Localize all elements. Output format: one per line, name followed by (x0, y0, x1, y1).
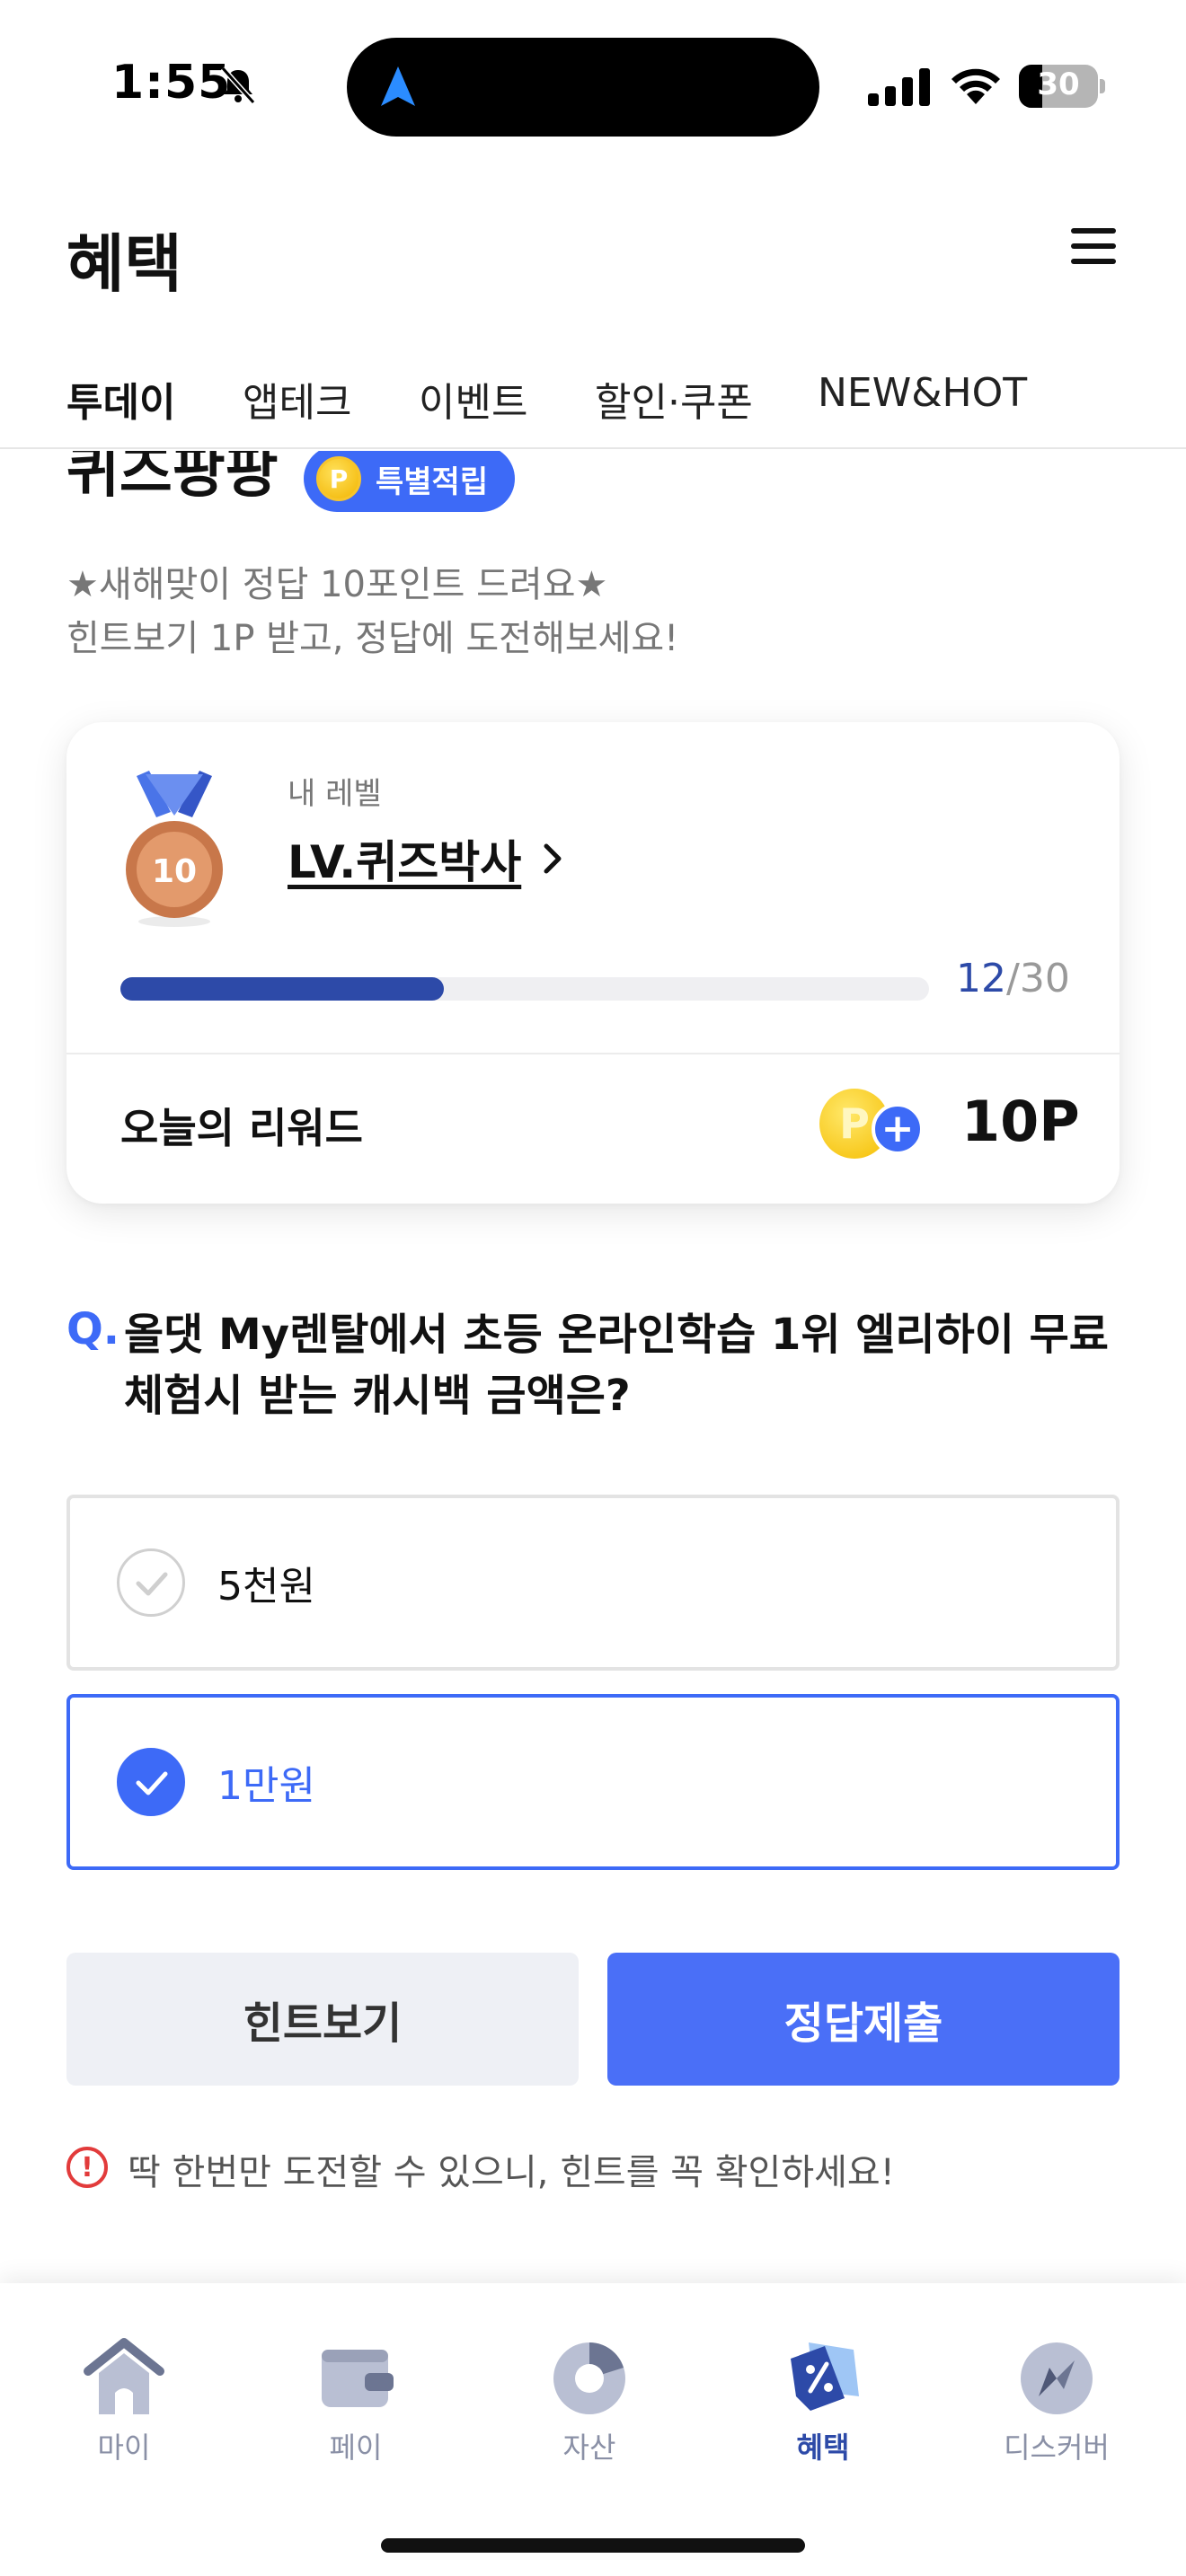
level-caption: 내 레벨 (288, 776, 382, 812)
nav-label: 페이 (329, 2430, 383, 2465)
pie-chart-icon (553, 2342, 625, 2414)
today-reward-value: 10P (961, 1089, 1080, 1154)
level-progress-bar (120, 977, 929, 1001)
bell-off-icon (220, 66, 256, 105)
point-coin-icon: P (316, 456, 361, 501)
special-reward-badge: P 특별적립 (304, 451, 516, 512)
question-prefix: Q. (66, 1304, 120, 1354)
level-progress-text: 12/30 (956, 956, 1070, 1001)
bronze-medal-icon: 10 (126, 771, 223, 927)
option-check-icon[interactable] (117, 1748, 185, 1816)
home-indicator (381, 2538, 805, 2553)
battery-indicator: 30 (1019, 65, 1105, 108)
tab-discount-coupon[interactable]: 할인·쿠폰 (595, 370, 753, 428)
wallet-icon (322, 2350, 394, 2407)
page-title: 혜택 (66, 227, 182, 301)
bottom-navigation: 마이 페이 자산 혜택 디스커버 (0, 2283, 1186, 2576)
badge-label: 특별적립 (376, 463, 489, 500)
hamburger-menu-icon[interactable] (1069, 223, 1120, 273)
nav-label: 자산 (562, 2430, 616, 2465)
battery-level: 30 (1037, 66, 1080, 102)
warning-text: 딱 한번만 도전할 수 있으니, 힌트를 꼭 확인하세요! (128, 2152, 895, 2193)
chevron-right-icon (544, 843, 562, 874)
tab-apptech[interactable]: 앱테크 (243, 370, 351, 428)
tab-bar: 투데이 앱테크 이벤트 할인·쿠폰 NEW&HOT (0, 359, 1186, 449)
nav-assets[interactable]: 자산 (509, 2333, 670, 2477)
reward-plus-icon: + (872, 1103, 924, 1155)
status-bar: 1:55 30 (0, 0, 1186, 171)
progress-total: 30 (1019, 956, 1070, 1001)
quiz-title: 퀴즈팡팡 (66, 451, 279, 506)
nav-label: 디스커버 (1004, 2430, 1110, 2465)
compass-icon (1021, 2342, 1093, 2414)
answer-option-2[interactable]: 1만원 (66, 1694, 1120, 1870)
medal-number: 10 (152, 853, 197, 890)
level-name-link[interactable]: LV.퀴즈박사 (288, 826, 568, 891)
quiz-description-line1: ★새해맞이 정답 10포인트 드려요★ (66, 564, 608, 605)
coupon-tag-icon (791, 2342, 859, 2411)
cellular-signal-icon (868, 68, 930, 106)
location-arrow-icon (381, 66, 415, 106)
quiz-content: 퀴즈팡팡 P 특별적립 ★새해맞이 정답 10포인트 드려요★ 힌트보기 1P … (0, 451, 1186, 2283)
tab-today[interactable]: 투데이 (66, 370, 175, 428)
option-check-icon[interactable] (117, 1548, 185, 1617)
nav-pay[interactable]: 페이 (275, 2333, 437, 2477)
question-text: 올댓 My렌탈에서 초등 온라인학습 1위 엘리하이 무료 체험시 받는 캐시백… (124, 1310, 1109, 1421)
submit-answer-button[interactable]: 정답제출 (607, 1953, 1120, 2086)
hint-button[interactable]: 힌트보기 (66, 1953, 579, 2086)
answer-option-1[interactable]: 5천원 (66, 1495, 1120, 1671)
nav-discover[interactable]: 디스커버 (976, 2333, 1137, 2477)
level-name[interactable]: LV.퀴즈박사 (288, 826, 521, 891)
nav-label: 혜택 (796, 2430, 850, 2465)
warning-icon: ! (66, 2147, 108, 2188)
home-icon (84, 2338, 164, 2414)
progress-separator: / (1006, 956, 1020, 1001)
nav-my[interactable]: 마이 (43, 2333, 205, 2477)
tab-new-hot[interactable]: NEW&HOT (818, 370, 1027, 416)
progress-current: 12 (956, 956, 1006, 1001)
tab-event[interactable]: 이벤트 (419, 370, 527, 428)
option-label: 1만원 (217, 1763, 315, 1809)
status-time: 1:55 (111, 56, 232, 110)
quiz-description-line2: 힌트보기 1P 받고, 정답에 도전해보세요! (66, 618, 679, 659)
option-label: 5천원 (217, 1564, 315, 1610)
nav-benefits[interactable]: 혜택 (742, 2333, 904, 2477)
level-progress-fill (120, 977, 444, 1001)
card-divider (66, 1053, 1120, 1054)
today-reward-label: 오늘의 리워드 (120, 1104, 363, 1152)
wifi-icon (951, 68, 1000, 104)
level-card: 10 내 레벨 LV.퀴즈박사 12/30 오늘의 리워드 P + 10P (66, 722, 1120, 1204)
nav-label: 마이 (97, 2430, 151, 2465)
